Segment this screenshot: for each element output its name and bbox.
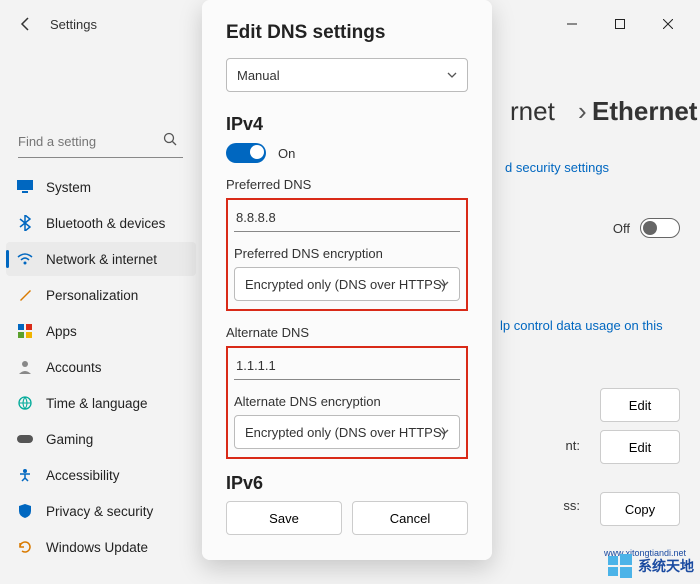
update-icon <box>16 538 34 556</box>
alternate-dns-label: Alternate DNS <box>226 325 468 340</box>
preferred-dns-label: Preferred DNS <box>226 177 468 192</box>
sidebar-item-label: Bluetooth & devices <box>46 216 165 231</box>
sidebar-item-label: Privacy & security <box>46 504 153 519</box>
dropdown-value: Encrypted only (DNS over HTTPS) <box>245 277 446 292</box>
sidebar-item-personalization[interactable]: Personalization <box>6 278 196 312</box>
sidebar-item-network[interactable]: Network & internet <box>6 242 196 276</box>
watermark: 系统天地 <box>608 554 694 578</box>
metered-toggle[interactable] <box>640 218 680 238</box>
preferred-dns-highlight: Preferred DNS encryption Encrypted only … <box>226 198 468 311</box>
edit-button-1[interactable]: Edit <box>600 388 680 422</box>
shield-icon <box>16 502 34 520</box>
sidebar-item-time[interactable]: Time & language <box>6 386 196 420</box>
search-wrap <box>18 126 183 158</box>
accessibility-icon <box>16 466 34 484</box>
apps-icon <box>16 322 34 340</box>
sidebar-item-label: Personalization <box>46 288 138 303</box>
alternate-enc-dropdown[interactable]: Encrypted only (DNS over HTTPS) <box>234 415 460 449</box>
wifi-icon <box>16 250 34 268</box>
minimize-button[interactable] <box>550 9 594 39</box>
sidebar-item-gaming[interactable]: Gaming <box>6 422 196 456</box>
sidebar-item-privacy[interactable]: Privacy & security <box>6 494 196 528</box>
assignment-label: nt: <box>566 438 580 453</box>
toggle-label: Off <box>613 221 630 236</box>
sidebar-item-accessibility[interactable]: Accessibility <box>6 458 196 492</box>
watermark-text: 系统天地 <box>638 556 694 576</box>
sidebar-item-label: Apps <box>46 324 77 339</box>
metered-toggle-row: Off <box>613 218 680 238</box>
back-button[interactable] <box>10 8 42 40</box>
gaming-icon <box>16 430 34 448</box>
maximize-icon <box>615 19 625 29</box>
chevron-down-icon <box>447 72 457 78</box>
mode-dropdown[interactable]: Manual <box>226 58 468 92</box>
sidebar-item-accounts[interactable]: Accounts <box>6 350 196 384</box>
dialog-title: Edit DNS settings <box>226 22 468 44</box>
alternate-dns-highlight: Alternate DNS encryption Encrypted only … <box>226 346 468 459</box>
security-link[interactable]: d security settings <box>505 160 609 175</box>
sidebar-item-label: Windows Update <box>46 540 148 555</box>
address-label: ss: <box>563 498 580 513</box>
preferred-enc-dropdown[interactable]: Encrypted only (DNS over HTTPS) <box>234 267 460 301</box>
dropdown-value: Manual <box>237 68 280 83</box>
windows-logo-icon <box>608 554 632 578</box>
alternate-dns-input[interactable] <box>234 352 460 380</box>
monitor-icon <box>16 178 34 196</box>
brush-icon <box>16 286 34 304</box>
close-icon <box>663 19 673 29</box>
minimize-icon <box>567 19 577 29</box>
preferred-dns-input[interactable] <box>234 204 460 232</box>
breadcrumb-current: Ethernet <box>592 96 697 127</box>
ipv6-header: IPv6 <box>226 473 468 489</box>
sidebar-nav: System Bluetooth & devices Network & int… <box>6 170 196 566</box>
dropdown-value: Encrypted only (DNS over HTTPS) <box>245 425 446 440</box>
sidebar-item-label: Time & language <box>46 396 148 411</box>
cancel-button[interactable]: Cancel <box>352 501 468 535</box>
sidebar-item-label: Accounts <box>46 360 102 375</box>
dns-dialog: Edit DNS settings Manual IPv4 On Preferr… <box>202 0 492 560</box>
sidebar-item-system[interactable]: System <box>6 170 196 204</box>
preferred-enc-label: Preferred DNS encryption <box>234 246 460 261</box>
sidebar-item-apps[interactable]: Apps <box>6 314 196 348</box>
person-icon <box>16 358 34 376</box>
ipv4-toggle-row: On <box>226 143 468 163</box>
close-button[interactable] <box>646 9 690 39</box>
sidebar-item-label: System <box>46 180 91 195</box>
usage-link[interactable]: lp control data usage on this <box>500 318 663 333</box>
arrow-left-icon <box>18 16 34 32</box>
dialog-button-row: Save Cancel <box>226 501 468 535</box>
search-input[interactable] <box>18 126 183 158</box>
chevron-down-icon <box>439 429 449 435</box>
chevron-down-icon <box>439 281 449 287</box>
breadcrumb-parent[interactable]: rnet <box>510 96 555 127</box>
window-title: Settings <box>50 17 97 32</box>
window-controls <box>550 9 690 39</box>
copy-button[interactable]: Copy <box>600 492 680 526</box>
alternate-enc-label: Alternate DNS encryption <box>234 394 460 409</box>
ipv4-header: IPv4 <box>226 114 468 135</box>
sidebar-item-label: Accessibility <box>46 468 120 483</box>
chevron-right-icon: › <box>578 96 587 127</box>
search-icon <box>163 132 177 146</box>
edit-button-2[interactable]: Edit <box>600 430 680 464</box>
sidebar-item-label: Gaming <box>46 432 93 447</box>
globe-icon <box>16 394 34 412</box>
sidebar-item-bluetooth[interactable]: Bluetooth & devices <box>6 206 196 240</box>
sidebar-item-label: Network & internet <box>46 252 157 267</box>
toggle-label: On <box>278 146 295 161</box>
bluetooth-icon <box>16 214 34 232</box>
maximize-button[interactable] <box>598 9 642 39</box>
save-button[interactable]: Save <box>226 501 342 535</box>
sidebar-item-update[interactable]: Windows Update <box>6 530 196 564</box>
ipv4-toggle[interactable] <box>226 143 266 163</box>
